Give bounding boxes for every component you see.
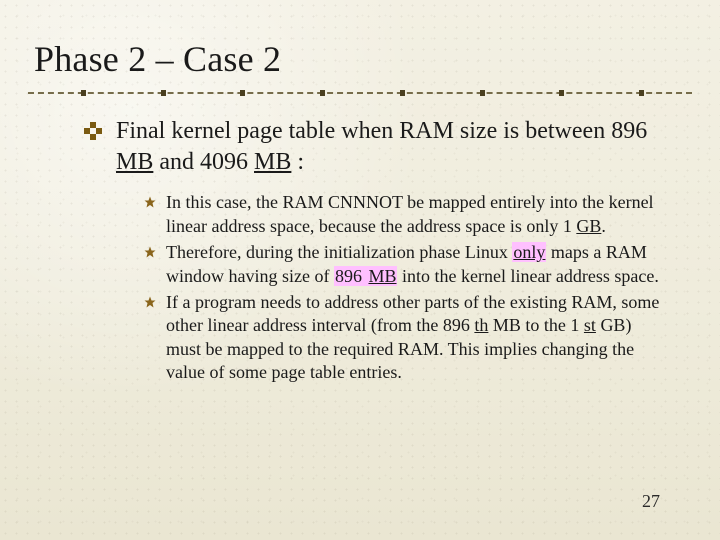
list-item: Therefore, during the initialization pha…: [144, 241, 670, 288]
main-text-mb1: MB: [116, 149, 153, 175]
highlight-mb: MB: [367, 266, 397, 286]
main-bullet-item: Final kernel page table when RAM size is…: [84, 116, 670, 177]
sub-text-post: .: [601, 216, 606, 236]
star-bullet-icon: [144, 196, 156, 208]
main-text-mid: and 4096: [153, 149, 254, 175]
slide: Phase 2 – Case 2 Final kernel page table…: [0, 0, 720, 540]
sub-text-pre: Therefore, during the initialization pha…: [166, 242, 512, 262]
main-text-after: :: [291, 149, 304, 175]
diamond-bullet-icon: [84, 122, 102, 140]
main-text-part: Final kernel page table when RAM size is…: [116, 118, 647, 144]
star-bullet-icon: [144, 296, 156, 308]
highlight-only: only: [512, 242, 546, 262]
sub-text-gb: GB: [576, 216, 601, 236]
sub-text-post: into the kernel linear address space.: [397, 266, 658, 286]
sub-text-st: st: [584, 315, 596, 335]
page-number: 27: [642, 491, 660, 512]
highlight-896: 896: [334, 266, 368, 286]
page-title: Phase 2 – Case 2: [34, 38, 281, 80]
sub-text-mid1: MB to the 1: [488, 315, 584, 335]
list-item: In this case, the RAM CNNNOT be mapped e…: [144, 191, 670, 238]
star-bullet-icon: [144, 246, 156, 258]
slide-body: Final kernel page table when RAM size is…: [84, 116, 670, 388]
sub-list: In this case, the RAM CNNNOT be mapped e…: [144, 191, 670, 384]
main-text-mb2: MB: [254, 149, 291, 175]
sub-text-th: th: [474, 315, 488, 335]
divider: [28, 90, 692, 96]
list-item: If a program needs to address other part…: [144, 291, 670, 385]
